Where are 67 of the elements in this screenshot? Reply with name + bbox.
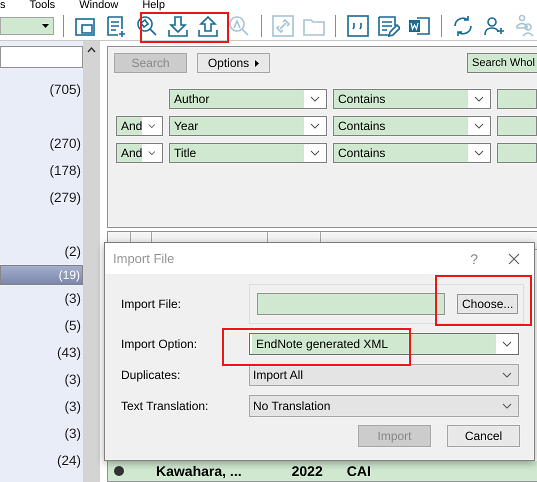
group-count[interactable]: (3) bbox=[0, 393, 83, 420]
scrollbar[interactable] bbox=[83, 41, 100, 482]
scroll-up-icon[interactable] bbox=[87, 47, 96, 53]
title-cell: CAI bbox=[346, 463, 371, 479]
cancel-button[interactable]: Cancel bbox=[447, 425, 520, 447]
edit-document-icon[interactable] bbox=[376, 13, 401, 39]
quote-icon[interactable] bbox=[345, 13, 370, 39]
group-count[interactable]: (178) bbox=[0, 157, 83, 184]
operator-dropdown[interactable]: Contains bbox=[333, 143, 491, 163]
group-count[interactable]: (24) bbox=[0, 447, 83, 474]
chevron-down-icon bbox=[502, 341, 512, 347]
field-dropdown[interactable]: Title bbox=[169, 143, 327, 163]
status-dot-icon bbox=[114, 466, 124, 476]
field-dropdown[interactable]: Author bbox=[169, 89, 327, 109]
operator-dropdown[interactable]: Contains bbox=[333, 89, 491, 109]
operator-dropdown[interactable]: Contains bbox=[333, 116, 491, 136]
chevron-down-icon bbox=[310, 123, 320, 129]
field-label: Import File: bbox=[121, 297, 182, 311]
field-label: Import Option: bbox=[121, 337, 198, 351]
caret-right-icon bbox=[255, 60, 260, 66]
chevron-down-icon bbox=[310, 96, 320, 102]
field-dropdown[interactable]: Year bbox=[169, 116, 327, 136]
group-count[interactable]: (43) bbox=[0, 339, 83, 366]
chevron-down-icon bbox=[474, 150, 484, 156]
group-count[interactable]: (2) bbox=[0, 238, 83, 265]
chevron-down-icon bbox=[474, 96, 484, 102]
menu-item[interactable]: s bbox=[0, 0, 6, 10]
search-term-field[interactable] bbox=[497, 116, 537, 136]
boolean-dropdown[interactable]: And bbox=[116, 116, 163, 136]
options-button[interactable]: Options bbox=[197, 53, 270, 73]
group-count[interactable]: (279) bbox=[0, 184, 83, 211]
option-dropdown[interactable]: Import All bbox=[249, 364, 519, 386]
caret-down-icon bbox=[42, 24, 49, 28]
reference-row[interactable]: Kawahara, ... 2022 CAI bbox=[108, 461, 537, 481]
search-field[interactable] bbox=[0, 46, 83, 68]
search-term-field[interactable] bbox=[497, 143, 537, 163]
menu-item[interactable]: Window bbox=[79, 0, 118, 10]
menu-item[interactable]: Help bbox=[142, 0, 165, 10]
chevron-down-icon bbox=[502, 372, 512, 378]
search-term-field[interactable] bbox=[497, 89, 537, 109]
upload-icon[interactable] bbox=[196, 13, 221, 39]
field-label: Text Translation: bbox=[121, 399, 210, 413]
group-count[interactable]: (3) bbox=[0, 366, 83, 393]
author-cell: Kawahara, ... bbox=[156, 463, 242, 479]
chevron-down-icon bbox=[310, 150, 320, 156]
group-count[interactable]: (3) bbox=[0, 420, 83, 447]
group-count[interactable]: (705) bbox=[0, 76, 83, 103]
group-count[interactable]: (270) bbox=[0, 130, 83, 157]
file-path-field[interactable] bbox=[257, 293, 445, 315]
group-count[interactable]: (3) bbox=[0, 285, 83, 312]
chevron-down-icon bbox=[474, 123, 484, 129]
menu-item[interactable]: Tools bbox=[30, 0, 56, 10]
dialog-title: Import File bbox=[113, 251, 176, 266]
option-dropdown[interactable]: EndNote generated XML bbox=[249, 333, 519, 355]
field-label: Duplicates: bbox=[121, 368, 182, 382]
chevron-down-icon bbox=[148, 123, 156, 129]
chevron-down-icon bbox=[502, 403, 512, 409]
search-whole-button[interactable]: Search Whol bbox=[467, 53, 537, 73]
chevron-down-icon bbox=[148, 150, 156, 156]
choose-button[interactable]: Choose... bbox=[457, 294, 518, 314]
option-dropdown[interactable]: No Translation bbox=[249, 395, 519, 417]
close-icon[interactable] bbox=[508, 252, 520, 264]
download-icon[interactable] bbox=[165, 13, 190, 39]
boolean-dropdown[interactable]: And bbox=[116, 143, 163, 163]
year-cell: 2022 bbox=[292, 463, 323, 479]
help-button[interactable]: ? bbox=[470, 250, 478, 266]
group-count[interactable]: (5) bbox=[0, 312, 83, 339]
